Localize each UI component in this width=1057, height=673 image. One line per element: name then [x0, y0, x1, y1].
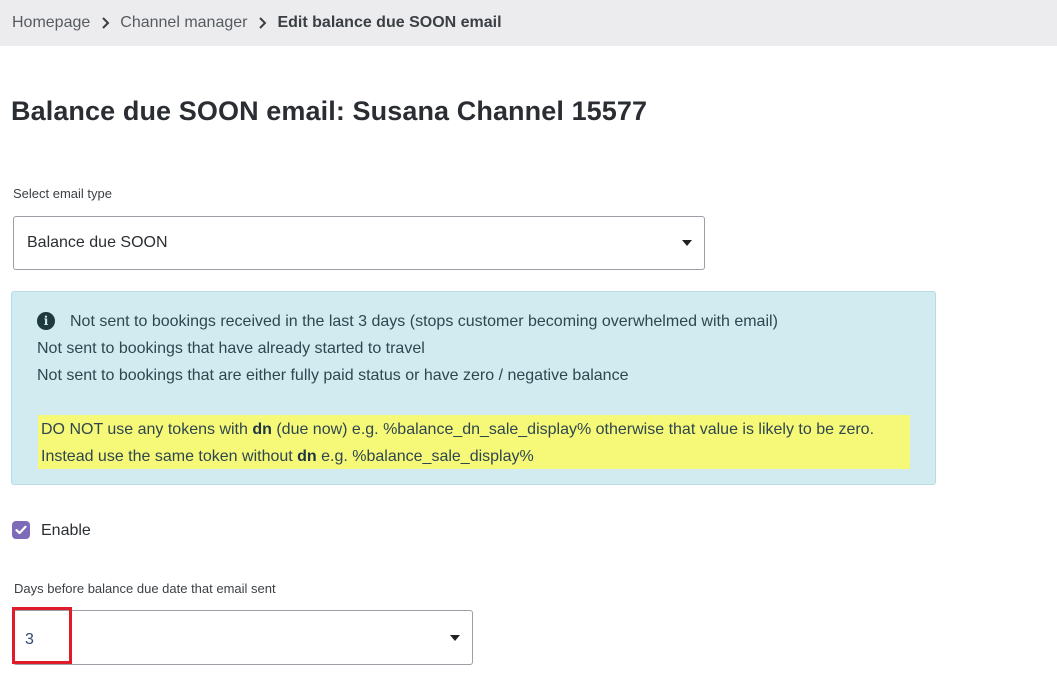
warning-line-2-text: Instead use the same token without: [41, 448, 298, 465]
info-alert: i Not sent to bookings received in the l…: [11, 291, 936, 485]
breadcrumb-homepage-link[interactable]: Homepage: [12, 14, 90, 32]
breadcrumb: Homepage Channel manager Edit balance du…: [0, 0, 1057, 46]
email-type-label: Select email type: [13, 186, 112, 201]
info-line-3: Not sent to bookings that are either ful…: [37, 367, 629, 384]
checkmark-icon: [15, 525, 27, 535]
breadcrumb-channel-manager-link[interactable]: Channel manager: [120, 14, 247, 32]
warning-line-2-text-end: e.g. %balance_sale_display%: [316, 448, 534, 465]
caret-down-icon: [682, 240, 692, 246]
chevron-right-icon: [258, 17, 267, 29]
warning-line-2: Instead use the same token without dn e.…: [41, 448, 534, 466]
info-line-2: Not sent to bookings that have already s…: [37, 340, 425, 357]
enable-label[interactable]: Enable: [41, 522, 91, 540]
warning-line-1-bold: dn: [252, 421, 272, 438]
chevron-right-icon: [101, 17, 110, 29]
info-icon: i: [37, 312, 55, 330]
caret-down-icon: [450, 634, 460, 641]
days-before-label: Days before balance due date that email …: [14, 581, 276, 596]
email-type-select[interactable]: Balance due SOON: [13, 216, 705, 270]
warning-line-1: DO NOT use any tokens with dn (due now) …: [41, 421, 874, 439]
days-before-select[interactable]: [13, 610, 473, 665]
enable-checkbox[interactable]: [12, 521, 30, 539]
warning-line-1-text: DO NOT use any tokens with: [41, 421, 253, 438]
warning-line-2-bold: dn: [297, 448, 317, 465]
annotation-highlight-box: [12, 607, 72, 664]
breadcrumb-current: Edit balance due SOON email: [277, 14, 502, 31]
page-title: Balance due SOON email: Susana Channel 1…: [11, 96, 648, 126]
email-type-selected-value: Balance due SOON: [27, 234, 168, 251]
info-line-1: Not sent to bookings received in the las…: [70, 313, 778, 330]
warning-line-1-text-end: (due now) e.g. %balance_dn_sale_display%…: [271, 421, 875, 438]
